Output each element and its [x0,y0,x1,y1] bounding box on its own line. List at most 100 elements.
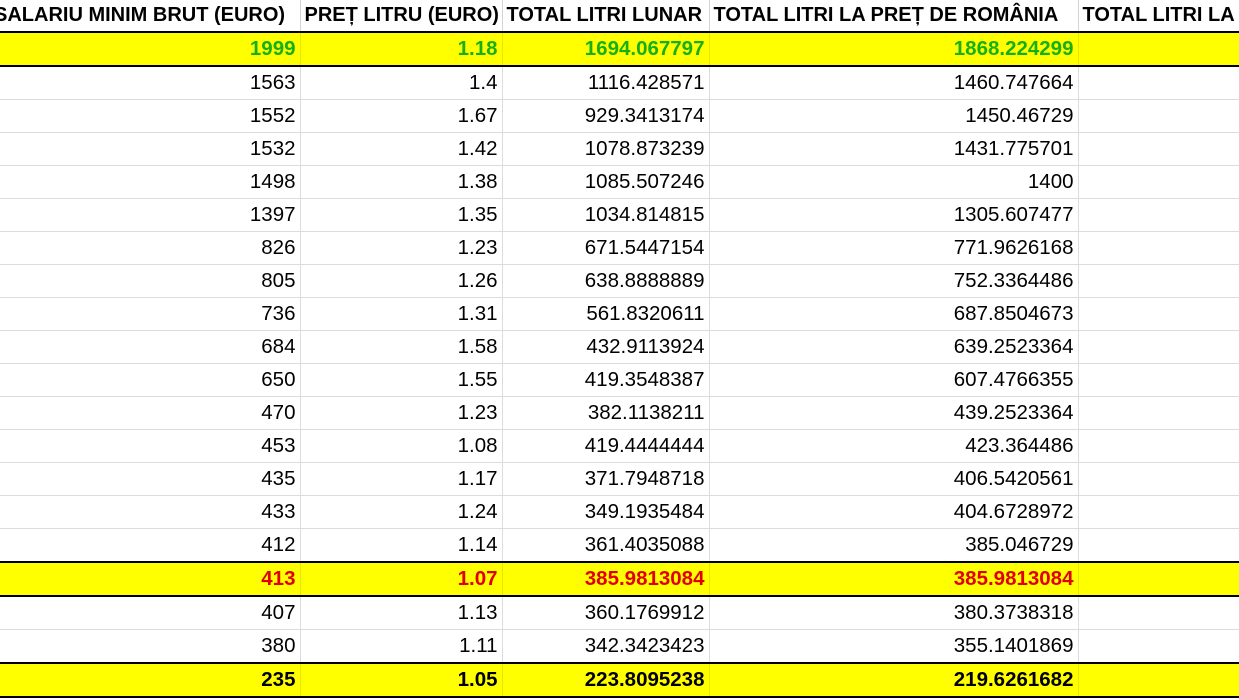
cell-total-liters-monthly[interactable]: 361.4035088 [502,528,710,563]
cell-price-per-liter[interactable]: 1.35 [300,198,503,232]
cell-total-liters-monthly[interactable]: 1078.873239 [502,132,710,166]
cell-total-liters-romania-price[interactable]: 355.1401869 [709,629,1079,664]
cell-total-liters-monthly[interactable]: 561.8320611 [502,297,710,331]
header-minimum-salary[interactable]: SALARIU MINIM BRUT (EURO) [0,0,301,32]
cell-total-liters-romania-price[interactable]: 687.8504673 [709,297,1079,331]
cell-total-liters-monthly[interactable]: 223.8095238 [502,662,710,698]
cell-minimum-salary[interactable]: 435 [0,462,301,496]
cell-total-liters-monthly[interactable]: 1694.067797 [502,31,710,67]
cell-minimum-salary[interactable]: 736 [0,297,301,331]
cell-total-liters-partial[interactable] [1078,462,1239,496]
cell-total-liters-romania-price[interactable]: 439.2523364 [709,396,1079,430]
header-total-liters-partial[interactable]: TOTAL LITRI LA [1078,0,1239,32]
cell-price-per-liter[interactable]: 1.24 [300,495,503,529]
cell-total-liters-monthly[interactable]: 371.7948718 [502,462,710,496]
cell-total-liters-partial[interactable] [1078,528,1239,563]
cell-minimum-salary[interactable]: 413 [0,561,301,597]
cell-total-liters-partial[interactable] [1078,132,1239,166]
cell-total-liters-partial[interactable] [1078,165,1239,199]
cell-price-per-liter[interactable]: 1.05 [300,662,503,698]
cell-minimum-salary[interactable]: 1999 [0,31,301,67]
cell-minimum-salary[interactable]: 1498 [0,165,301,199]
cell-total-liters-monthly[interactable]: 638.8888889 [502,264,710,298]
cell-total-liters-romania-price[interactable]: 219.6261682 [709,662,1079,698]
cell-total-liters-monthly[interactable]: 1085.507246 [502,165,710,199]
cell-total-liters-romania-price[interactable]: 406.5420561 [709,462,1079,496]
cell-total-liters-romania-price[interactable]: 607.4766355 [709,363,1079,397]
cell-total-liters-romania-price[interactable]: 752.3364486 [709,264,1079,298]
cell-minimum-salary[interactable]: 380 [0,629,301,664]
cell-price-per-liter[interactable]: 1.17 [300,462,503,496]
cell-minimum-salary[interactable]: 1552 [0,99,301,133]
cell-total-liters-romania-price[interactable]: 1305.607477 [709,198,1079,232]
cell-total-liters-romania-price[interactable]: 423.364486 [709,429,1079,463]
cell-total-liters-romania-price[interactable]: 380.3738318 [709,596,1079,630]
cell-minimum-salary[interactable]: 453 [0,429,301,463]
cell-total-liters-partial[interactable] [1078,629,1239,664]
cell-total-liters-romania-price[interactable]: 385.9813084 [709,561,1079,597]
cell-total-liters-romania-price[interactable]: 1868.224299 [709,31,1079,67]
cell-total-liters-monthly[interactable]: 382.1138211 [502,396,710,430]
cell-total-liters-romania-price[interactable]: 771.9626168 [709,231,1079,265]
cell-minimum-salary[interactable]: 1532 [0,132,301,166]
cell-total-liters-romania-price[interactable]: 1400 [709,165,1079,199]
header-total-liters-monthly[interactable]: TOTAL LITRI LUNAR [502,0,710,32]
cell-total-liters-partial[interactable] [1078,396,1239,430]
cell-minimum-salary[interactable]: 407 [0,596,301,630]
cell-price-per-liter[interactable]: 1.13 [300,596,503,630]
cell-total-liters-romania-price[interactable]: 1450.46729 [709,99,1079,133]
header-total-liters-romania-price[interactable]: TOTAL LITRI LA PREȚ DE ROMÂNIA [709,0,1079,32]
cell-total-liters-partial[interactable] [1078,198,1239,232]
cell-price-per-liter[interactable]: 1.23 [300,231,503,265]
cell-total-liters-monthly[interactable]: 349.1935484 [502,495,710,529]
cell-price-per-liter[interactable]: 1.23 [300,396,503,430]
cell-minimum-salary[interactable]: 1397 [0,198,301,232]
cell-total-liters-partial[interactable] [1078,363,1239,397]
cell-total-liters-monthly[interactable]: 385.9813084 [502,561,710,597]
cell-total-liters-partial[interactable] [1078,330,1239,364]
cell-price-per-liter[interactable]: 1.4 [300,66,503,100]
cell-total-liters-monthly[interactable]: 360.1769912 [502,596,710,630]
cell-total-liters-monthly[interactable]: 671.5447154 [502,231,710,265]
cell-minimum-salary[interactable]: 650 [0,363,301,397]
cell-total-liters-partial[interactable] [1078,297,1239,331]
header-price-per-liter[interactable]: PREȚ LITRU (EURO) [300,0,503,32]
cell-minimum-salary[interactable]: 684 [0,330,301,364]
cell-price-per-liter[interactable]: 1.38 [300,165,503,199]
cell-total-liters-partial[interactable] [1078,561,1239,597]
cell-total-liters-partial[interactable] [1078,495,1239,529]
cell-total-liters-monthly[interactable]: 342.3423423 [502,629,710,664]
cell-total-liters-monthly[interactable]: 432.9113924 [502,330,710,364]
cell-total-liters-monthly[interactable]: 929.3413174 [502,99,710,133]
cell-price-per-liter[interactable]: 1.67 [300,99,503,133]
cell-price-per-liter[interactable]: 1.11 [300,629,503,664]
cell-price-per-liter[interactable]: 1.58 [300,330,503,364]
cell-total-liters-partial[interactable] [1078,231,1239,265]
cell-minimum-salary[interactable]: 433 [0,495,301,529]
cell-minimum-salary[interactable]: 1563 [0,66,301,100]
cell-total-liters-monthly[interactable]: 1034.814815 [502,198,710,232]
cell-price-per-liter[interactable]: 1.26 [300,264,503,298]
cell-total-liters-partial[interactable] [1078,429,1239,463]
cell-minimum-salary[interactable]: 470 [0,396,301,430]
cell-total-liters-partial[interactable] [1078,99,1239,133]
cell-price-per-liter[interactable]: 1.18 [300,31,503,67]
cell-total-liters-partial[interactable] [1078,662,1239,698]
cell-total-liters-romania-price[interactable]: 385.046729 [709,528,1079,563]
cell-total-liters-romania-price[interactable]: 1431.775701 [709,132,1079,166]
cell-total-liters-partial[interactable] [1078,66,1239,100]
cell-price-per-liter[interactable]: 1.07 [300,561,503,597]
cell-minimum-salary[interactable]: 235 [0,662,301,698]
cell-total-liters-monthly[interactable]: 419.4444444 [502,429,710,463]
cell-total-liters-monthly[interactable]: 1116.428571 [502,66,710,100]
cell-price-per-liter[interactable]: 1.55 [300,363,503,397]
cell-total-liters-partial[interactable] [1078,264,1239,298]
cell-minimum-salary[interactable]: 805 [0,264,301,298]
cell-minimum-salary[interactable]: 826 [0,231,301,265]
cell-price-per-liter[interactable]: 1.42 [300,132,503,166]
cell-total-liters-romania-price[interactable]: 404.6728972 [709,495,1079,529]
cell-price-per-liter[interactable]: 1.14 [300,528,503,563]
cell-total-liters-romania-price[interactable]: 1460.747664 [709,66,1079,100]
cell-minimum-salary[interactable]: 412 [0,528,301,563]
cell-price-per-liter[interactable]: 1.31 [300,297,503,331]
